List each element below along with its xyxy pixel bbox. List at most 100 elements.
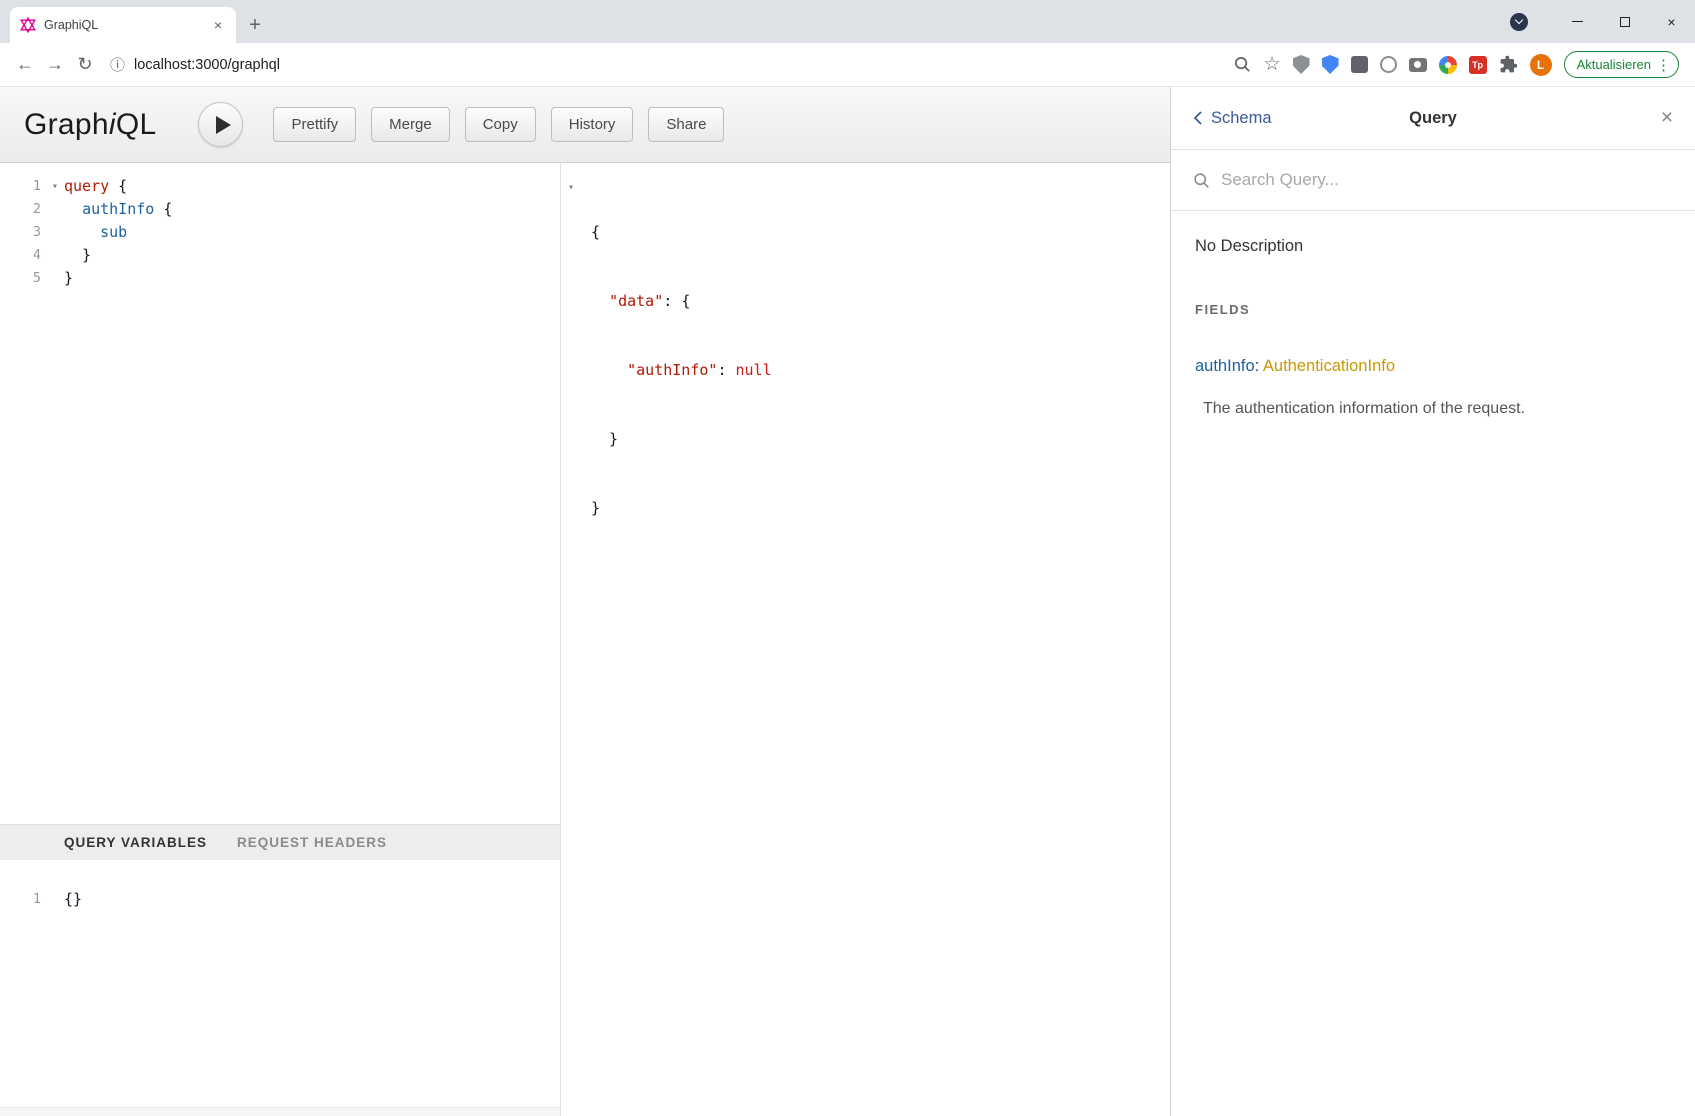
logo-italic-i: i bbox=[109, 108, 116, 141]
doc-content: No Description FIELDS authInfo: Authenti… bbox=[1171, 211, 1695, 444]
code-line: 2 authInfo { bbox=[0, 198, 560, 221]
extensions-puzzle-icon[interactable] bbox=[1499, 55, 1518, 74]
tab-query-variables[interactable]: QUERY VARIABLES bbox=[64, 835, 207, 850]
tab-title: GraphiQL bbox=[44, 18, 202, 32]
tabstrip-right: × bbox=[1510, 0, 1695, 43]
window-minimize-button[interactable] bbox=[1554, 0, 1601, 43]
graphiql-app: GraphiQL Prettify Merge Copy History Sha… bbox=[0, 87, 1695, 1116]
code-token: { bbox=[154, 200, 172, 218]
search-icon bbox=[1193, 172, 1210, 189]
extension-circle-icon[interactable] bbox=[1380, 56, 1397, 73]
graphql-favicon-icon bbox=[20, 17, 36, 33]
code-token bbox=[591, 292, 609, 310]
line-number: 1 bbox=[0, 175, 46, 198]
line-number: 4 bbox=[0, 244, 46, 267]
toolbar-buttons: Prettify Merge Copy History Share bbox=[273, 107, 724, 142]
more-menu-icon[interactable]: ⋮ bbox=[1656, 56, 1671, 74]
back-icon[interactable]: ← bbox=[10, 50, 40, 80]
code-token: } bbox=[64, 269, 73, 287]
code-token: authInfo bbox=[82, 200, 154, 218]
code-text: {} bbox=[64, 888, 82, 911]
code-text: } bbox=[64, 267, 73, 290]
code-token: { bbox=[109, 177, 127, 195]
doc-close-icon[interactable]: × bbox=[1661, 106, 1673, 130]
result-viewer[interactable]: ▾ { "data": { "authInfo": null } } bbox=[560, 163, 1170, 1116]
share-button[interactable]: Share bbox=[648, 107, 724, 142]
code-text: authInfo { bbox=[64, 198, 172, 221]
code-text: } bbox=[64, 244, 91, 267]
extension-tp-icon[interactable]: Tp bbox=[1469, 56, 1487, 74]
code-token: null bbox=[736, 361, 772, 379]
code-token: } bbox=[591, 430, 618, 448]
browser-tab[interactable]: GraphiQL × bbox=[10, 7, 236, 43]
fold-spacer bbox=[46, 888, 64, 911]
line-number: 5 bbox=[0, 267, 46, 290]
line-number: 3 bbox=[0, 221, 46, 244]
doc-field-item: authInfo: AuthenticationInfo bbox=[1195, 357, 1671, 376]
doc-fields-header: FIELDS bbox=[1195, 302, 1671, 317]
zoom-icon[interactable] bbox=[1233, 55, 1252, 74]
extension-pinwheel-icon[interactable] bbox=[1439, 56, 1457, 74]
prettify-button[interactable]: Prettify bbox=[273, 107, 356, 142]
chevron-left-icon bbox=[1193, 110, 1203, 126]
fold-arrow-icon[interactable]: ▾ bbox=[568, 176, 574, 199]
new-tab-button[interactable]: + bbox=[240, 10, 270, 40]
code-token: { bbox=[681, 292, 690, 310]
code-line: 3 sub bbox=[0, 221, 560, 244]
play-icon bbox=[216, 116, 231, 134]
bookmark-star-icon[interactable]: ☆ bbox=[1264, 55, 1281, 74]
code-token: {} bbox=[64, 890, 82, 908]
field-name-link[interactable]: authInfo bbox=[1195, 357, 1255, 375]
omnibox[interactable]: ⓘ bbox=[100, 54, 1223, 75]
update-button[interactable]: Aktualisieren ⋮ bbox=[1564, 51, 1679, 78]
line-number: 2 bbox=[0, 198, 46, 221]
code-line: "data": { bbox=[591, 290, 1170, 313]
merge-button[interactable]: Merge bbox=[371, 107, 450, 142]
code-token: "authInfo" bbox=[627, 361, 717, 379]
fold-arrow-icon[interactable]: ▾ bbox=[46, 175, 64, 198]
graphiql-topbar: GraphiQL Prettify Merge Copy History Sha… bbox=[0, 87, 1170, 163]
code-token bbox=[591, 361, 627, 379]
tab-request-headers[interactable]: REQUEST HEADERS bbox=[237, 835, 387, 850]
forward-icon[interactable]: → bbox=[40, 50, 70, 80]
profile-avatar[interactable]: L bbox=[1530, 54, 1552, 76]
fold-spacer bbox=[46, 267, 64, 290]
code-text: sub bbox=[64, 221, 127, 244]
code-token: { bbox=[591, 223, 600, 241]
copy-button[interactable]: Copy bbox=[465, 107, 536, 142]
code-token: : bbox=[717, 361, 735, 379]
doc-search-input[interactable] bbox=[1221, 170, 1673, 190]
window-close-button[interactable]: × bbox=[1648, 0, 1695, 43]
window-maximize-button[interactable] bbox=[1601, 0, 1648, 43]
extension-blue-shield-icon[interactable] bbox=[1322, 55, 1339, 74]
tab-search-icon[interactable] bbox=[1510, 13, 1528, 31]
history-button[interactable]: History bbox=[551, 107, 634, 142]
page-info-icon[interactable]: ⓘ bbox=[110, 54, 125, 75]
query-editor[interactable]: 1 ▾ query { 2 authInfo { 3 sub bbox=[0, 163, 560, 824]
code-line: 1 ▾ query { bbox=[0, 175, 560, 198]
code-line: } bbox=[591, 428, 1170, 451]
doc-search-bar bbox=[1171, 150, 1695, 211]
horizontal-scrollbar[interactable] bbox=[0, 1107, 560, 1116]
extension-square-icon[interactable] bbox=[1351, 56, 1368, 73]
reload-icon[interactable]: ↻ bbox=[70, 50, 100, 80]
chevron-down-icon bbox=[1515, 16, 1523, 24]
tab-close-icon[interactable]: × bbox=[210, 17, 226, 33]
doc-back-link[interactable]: Schema bbox=[1193, 109, 1272, 128]
type-name-link[interactable]: AuthenticationInfo bbox=[1263, 357, 1395, 375]
extension-shield-icon[interactable] bbox=[1293, 55, 1310, 74]
browser-navbar: ← → ↻ ⓘ ☆ Tp L Aktualisieren ⋮ bbox=[0, 43, 1695, 87]
variables-editor[interactable]: 1 {} bbox=[0, 860, 560, 1107]
code-line: { bbox=[591, 221, 1170, 244]
url-input[interactable] bbox=[134, 57, 1223, 73]
code-line: 1 {} bbox=[0, 888, 560, 911]
line-number: 1 bbox=[0, 888, 46, 911]
fold-spacer bbox=[46, 244, 64, 267]
code-line: 4 } bbox=[0, 244, 560, 267]
execute-button[interactable] bbox=[198, 102, 243, 147]
field-description: The authentication information of the re… bbox=[1195, 400, 1671, 418]
doc-back-label: Schema bbox=[1211, 109, 1272, 128]
field-separator: : bbox=[1255, 357, 1263, 375]
extension-camera-icon[interactable] bbox=[1409, 58, 1427, 72]
code-token bbox=[64, 200, 82, 218]
